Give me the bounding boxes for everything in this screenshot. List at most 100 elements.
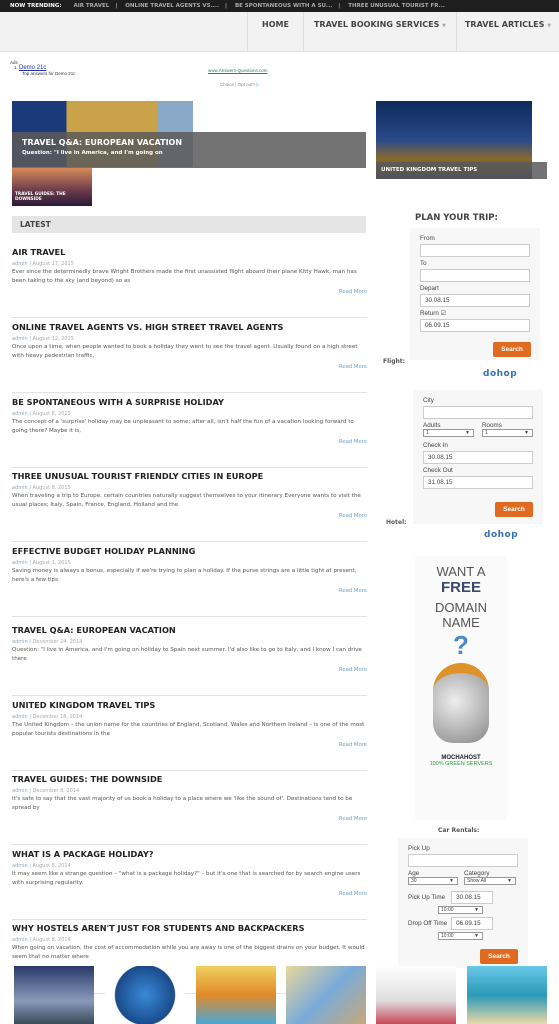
post-title[interactable]: EFFECTIVE BUDGET HOLIDAY PLANNING — [12, 546, 367, 556]
return-input[interactable]: 06.09.15 — [420, 319, 530, 332]
post-title[interactable]: TRAVEL Q&A: EUROPEAN VACATION — [12, 625, 367, 635]
city-input[interactable] — [423, 406, 533, 419]
dropoff-time-label: Drop Off Time — [408, 920, 448, 927]
trending-label: NOW TRENDING: — [10, 3, 62, 9]
post-author[interactable]: admin — [12, 863, 28, 869]
post-author[interactable]: admin — [12, 560, 28, 566]
nav-travel-booking-services[interactable]: TRAVEL BOOKING SERVICES ▼ — [303, 12, 456, 52]
post-author[interactable]: admin — [12, 714, 28, 720]
pickup-date-input[interactable]: 30.08.15 — [451, 891, 494, 904]
post-date: December 8, 2014 — [32, 788, 80, 794]
from-input[interactable] — [420, 244, 530, 257]
thumbnail-europe-map[interactable] — [286, 966, 366, 1024]
post-excerpt: When traveling a trip to Europe, certain… — [12, 493, 361, 508]
checkin-input[interactable]: 30.08.15 — [423, 451, 533, 464]
read-more-link[interactable]: Read More — [339, 439, 367, 445]
post-title[interactable]: AIR TRAVEL — [12, 247, 367, 257]
pickup-time-label: Pick Up Time — [408, 894, 446, 901]
post-author[interactable]: admin — [12, 411, 28, 417]
post-title[interactable]: WHY HOSTELS AREN'T JUST FOR STUDENTS AND… — [12, 923, 367, 933]
post-author[interactable]: admin — [12, 639, 28, 645]
thumbnail-vacation-surprise[interactable] — [196, 966, 276, 1024]
ad-choices-label: Choice | Opt out? — [220, 82, 255, 87]
return-checkbox[interactable]: ☑ — [441, 311, 446, 317]
featured-caption-main[interactable]: TRAVEL Q&A: EUROPEAN VACATION Question: … — [12, 132, 366, 168]
post-title[interactable]: WHAT IS A PACKAGE HOLIDAY? — [12, 849, 367, 859]
post-author[interactable]: admin — [12, 485, 28, 491]
thumbnail-budget[interactable] — [376, 966, 456, 1024]
depart-label: Depart — [420, 285, 439, 292]
rooms-select[interactable]: 1 — [482, 429, 533, 437]
to-input[interactable] — [420, 269, 530, 282]
dropoff-time-select[interactable]: 10:00 — [438, 932, 483, 940]
ad-url[interactable]: www.Answers-Questions.com — [208, 68, 268, 73]
post-excerpt: When going on vacation, the cost of acco… — [12, 945, 365, 960]
read-more-link[interactable]: Read More — [339, 513, 367, 519]
mochahost-ad-banner[interactable]: WANT A FREE DOMAIN NAME ? MOCHAHOST 100%… — [415, 556, 507, 820]
trending-link[interactable]: ONLINE TRAVEL AGENTS VS.... — [125, 3, 219, 9]
dohop-logo: dohop — [484, 530, 519, 540]
adults-label: Adults — [423, 422, 441, 429]
hotel-search-button[interactable]: Search — [495, 502, 533, 517]
plan-trip-title: PLAN YOUR TRIP: — [415, 213, 498, 223]
trending-link[interactable]: BE SPONTANEOUS WITH A SU... — [235, 3, 332, 9]
post-title[interactable]: BE SPONTANEOUS WITH A SURPRISE HOLIDAY — [12, 397, 367, 407]
post-author[interactable]: admin — [12, 261, 28, 267]
nav-label: TRAVEL BOOKING SERVICES — [313, 20, 440, 29]
ad-choices[interactable]: Choice | Opt out? ▷ — [220, 82, 260, 88]
post-author[interactable]: admin — [12, 788, 28, 794]
post-author[interactable]: admin — [12, 937, 28, 943]
car-search-button[interactable]: Search — [480, 949, 518, 964]
read-more-link[interactable]: Read More — [339, 289, 367, 295]
read-more-link[interactable]: Read More — [339, 891, 367, 897]
dropoff-date-input[interactable]: 06.09.15 — [451, 917, 494, 930]
featured-side-caption[interactable]: UNITED KINGDOM TRAVEL TIPS — [376, 162, 547, 179]
trending-link[interactable]: THREE UNUSUAL TOURIST FR... — [348, 3, 445, 9]
featured-image-small[interactable]: TRAVEL GUIDES: THE DOWNSIDE — [12, 168, 92, 206]
checkout-input[interactable]: 31.08.15 — [423, 476, 533, 489]
post-meta: admin | August 17, 2015 — [12, 261, 74, 267]
return-label: Return — [420, 310, 439, 317]
age-select[interactable]: 30 — [408, 877, 458, 885]
flight-search-button[interactable]: Search — [493, 342, 531, 357]
post-title[interactable]: TRAVEL GUIDES: THE DOWNSIDE — [12, 774, 367, 784]
post-date: December 24, 2014 — [32, 639, 83, 645]
post-author[interactable]: admin — [12, 336, 28, 342]
ad-line: NAME — [442, 615, 480, 630]
post-excerpt: It's safe to say that the vast majority … — [12, 796, 353, 811]
post-title[interactable]: THREE UNUSUAL TOURIST FRIENDLY CITIES IN… — [12, 471, 367, 481]
post-meta: admin | August 8, 2014 — [12, 863, 71, 869]
post-meta: admin | August 12, 2015 — [12, 336, 74, 342]
read-more-link[interactable]: Read More — [339, 588, 367, 594]
pickup-input[interactable] — [408, 854, 518, 867]
from-label: From — [420, 235, 435, 242]
read-more-link[interactable]: Read More — [339, 364, 367, 370]
chevron-down-icon: ▼ — [442, 23, 447, 29]
post-title[interactable]: ONLINE TRAVEL AGENTS VS. HIGH STREET TRA… — [12, 322, 367, 332]
post-item: ONLINE TRAVEL AGENTS VS. HIGH STREET TRA… — [12, 319, 367, 393]
depart-input[interactable]: 30.08.15 — [420, 294, 530, 307]
post-date: August 1, 2015 — [32, 560, 71, 566]
read-more-link[interactable]: Read More — [339, 667, 367, 673]
post-item: THREE UNUSUAL TOURIST FRIENDLY CITIES IN… — [12, 468, 367, 542]
question-mark-icon: ? — [453, 630, 469, 660]
post-title[interactable]: UNITED KINGDOM TRAVEL TIPS — [12, 700, 367, 710]
pickup-time-select[interactable]: 10:00 — [438, 906, 483, 914]
adults-select[interactable]: 1 — [423, 429, 474, 437]
ad-line: WANT A — [436, 564, 486, 579]
read-more-link[interactable]: Read More — [339, 742, 367, 748]
thumbnail-air-travel[interactable] — [14, 966, 94, 1024]
thumbnail-beach[interactable] — [467, 966, 547, 1024]
read-more-link[interactable]: Read More — [339, 816, 367, 822]
trending-link[interactable]: AIR TRAVEL — [73, 3, 109, 9]
thumbnail-globe[interactable] — [105, 966, 185, 1024]
car-search-form: Pick Up Age30 CategoryShow All Pick Up T… — [398, 838, 528, 968]
post-item: TRAVEL Q&A: EUROPEAN VACATION admin | De… — [12, 622, 367, 696]
post-item: TRAVEL GUIDES: THE DOWNSIDE admin | Dece… — [12, 771, 367, 845]
category-label: Category — [464, 870, 490, 877]
post-date: August 8, 2014 — [32, 863, 71, 869]
post-date: December 18, 2014 — [32, 714, 83, 720]
nav-home[interactable]: HOME — [247, 12, 303, 52]
category-select[interactable]: Show All — [464, 877, 516, 885]
nav-travel-articles[interactable]: TRAVEL ARTICLES ▼ — [456, 12, 559, 52]
